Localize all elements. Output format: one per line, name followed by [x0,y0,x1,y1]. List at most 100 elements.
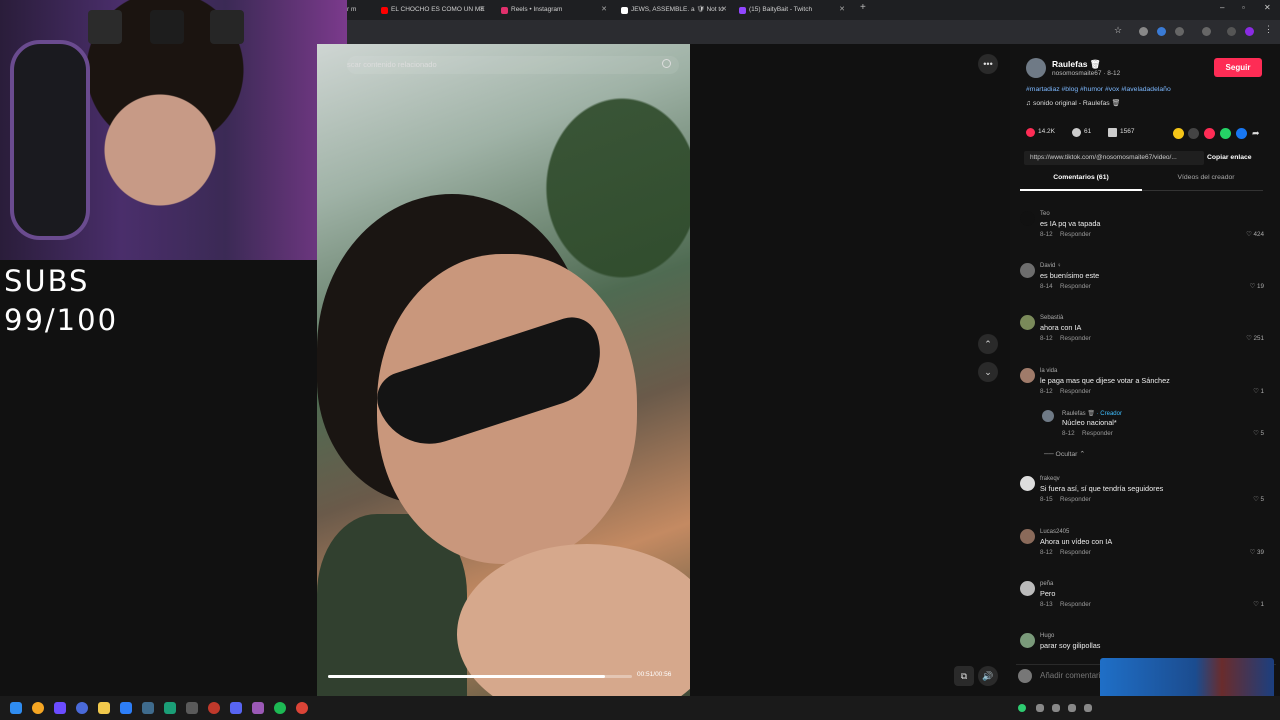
video-progress-bar[interactable] [328,675,632,678]
new-tab-icon[interactable]: + [860,2,866,13]
app-icon[interactable] [54,702,66,714]
windows-start-icon[interactable] [10,702,22,714]
comment-author[interactable]: peña [1040,581,1053,587]
volume-icon[interactable]: 🔊 [978,666,998,686]
author-name[interactable]: Raulefas 🗑 [1052,59,1101,70]
comment-like-button[interactable]: ♡ 1 [1253,388,1264,395]
comment-author[interactable]: Sebastià [1040,315,1063,321]
video-url[interactable]: https://www.tiktok.com/@nosomosmaite67/v… [1024,151,1204,165]
related-search-input[interactable]: scar contenido relacionado [347,56,679,74]
tray-icon[interactable] [1068,704,1076,712]
author-avatar[interactable] [1026,58,1046,78]
close-tab-icon[interactable]: ✕ [479,2,485,18]
comment-author[interactable]: Lucas2405 [1040,529,1069,535]
close-tab-icon[interactable]: ✕ [601,2,607,18]
tray-icon[interactable] [1052,704,1060,712]
pip-icon[interactable]: ⧉ [954,666,974,686]
comment-author[interactable]: Raulefas 🗑 · Creador [1062,410,1122,417]
like-button[interactable]: 14.2K [1026,128,1055,137]
copy-link-button[interactable]: Copiar enlace [1207,151,1252,165]
extensions-puzzle-icon[interactable] [1175,27,1184,36]
avatar[interactable] [1020,633,1035,648]
avatar[interactable] [1020,368,1035,383]
video-player[interactable] [317,44,690,696]
reply-button[interactable]: Responder [1060,388,1091,395]
more-options-icon[interactable]: ••• [978,54,998,74]
menu-kebab-icon[interactable]: ⋮ [1264,24,1273,34]
close-tab-icon[interactable]: ✕ [721,2,727,18]
tray-icon[interactable] [1036,704,1044,712]
avatar[interactable] [1020,529,1035,544]
tray-icon[interactable] [1018,704,1026,712]
hashtags[interactable]: #martadiaz #blog #humor #vox #laveladade… [1026,86,1171,93]
profile-avatar[interactable] [1245,27,1254,36]
tab-comments[interactable]: Comentarios (61) [1020,174,1142,181]
close-window-icon[interactable]: ✕ [1264,3,1271,12]
reply-button[interactable]: Responder [1060,283,1091,290]
comment-like-button[interactable]: ♡ 251 [1246,335,1264,342]
share-send-icon[interactable] [1204,128,1215,139]
previous-video-icon[interactable]: ⌃ [978,334,998,354]
comment-like-button[interactable]: ♡ 39 [1250,549,1264,556]
reply-button[interactable]: Responder [1082,430,1113,437]
app-icon[interactable] [186,702,198,714]
reply-button[interactable]: Responder [1060,231,1091,238]
tab-twitch[interactable]: (15) BaityBait - Twitch ✕ [735,2,847,18]
tab-partial[interactable]: r m [347,2,369,18]
reply-button[interactable]: Responder [1060,496,1091,503]
whatsapp-icon[interactable] [1220,128,1231,139]
profile-switch-icon[interactable] [1227,27,1236,36]
comment-button[interactable]: 61 [1072,128,1091,137]
restore-icon[interactable]: ▫ [1242,3,1245,12]
avatar[interactable] [1020,263,1035,278]
app-icon[interactable] [76,702,88,714]
app-icon[interactable] [164,702,176,714]
hide-replies-button[interactable]: ── Ocultar ⌃ [1044,450,1085,458]
sound-link[interactable]: ♫ sonido original - Raulefas 🗑 [1026,99,1120,107]
comment-author[interactable]: Teo [1040,211,1050,217]
embed-icon[interactable] [1188,128,1199,139]
app-icon[interactable] [208,702,220,714]
search-icon[interactable] [32,702,44,714]
avatar[interactable] [1020,211,1035,226]
spotify-icon[interactable] [274,702,286,714]
comment-author[interactable]: la vida [1040,368,1057,374]
share-arrow-icon[interactable]: ➦ [1252,128,1263,139]
reply-button[interactable]: Responder [1060,549,1091,556]
app-icon[interactable] [230,702,242,714]
extension-icon[interactable] [1157,27,1166,36]
tab-youtube[interactable]: EL CHOCHO ES COMO UN ME ✕ [377,2,487,18]
app-icon[interactable] [252,702,264,714]
tab-creator-videos[interactable]: Vídeos del creador [1145,174,1267,181]
next-video-icon[interactable]: ⌄ [978,362,998,382]
comment-author[interactable]: Hugo [1040,633,1054,639]
minimize-icon[interactable]: – [1220,3,1224,12]
tray-icon[interactable] [1084,704,1092,712]
share-emoji-icon[interactable] [1173,128,1184,139]
comment-like-button[interactable]: ♡ 424 [1246,231,1264,238]
tab-instagram[interactable]: Reels • Instagram ✕ [497,2,609,18]
avatar[interactable] [1020,476,1035,491]
download-icon[interactable] [1202,27,1211,36]
app-icon[interactable] [142,702,154,714]
reply-button[interactable]: Responder [1060,335,1091,342]
comment-author[interactable]: frakeqv [1040,476,1060,482]
comment-like-button[interactable]: ♡ 19 [1250,283,1264,290]
bookmark-star-icon[interactable]: ☆ [1114,25,1123,35]
close-tab-icon[interactable]: ✕ [839,2,845,18]
follow-button[interactable]: Seguir [1214,58,1262,77]
app-icon[interactable] [120,702,132,714]
reply-button[interactable]: Responder [1060,601,1091,608]
comment-author[interactable]: David ♀ [1040,263,1062,269]
comment-like-button[interactable]: ♡ 5 [1253,430,1264,437]
comment-like-button[interactable]: ♡ 1 [1253,601,1264,608]
extension-icon[interactable] [1139,27,1148,36]
search-icon[interactable] [662,59,671,68]
avatar[interactable] [1020,315,1035,330]
avatar[interactable] [1042,410,1054,422]
save-button[interactable]: 1567 [1108,128,1134,137]
chrome-icon[interactable] [296,702,308,714]
avatar[interactable] [1020,581,1035,596]
facebook-icon[interactable] [1236,128,1247,139]
app-icon[interactable] [98,702,110,714]
